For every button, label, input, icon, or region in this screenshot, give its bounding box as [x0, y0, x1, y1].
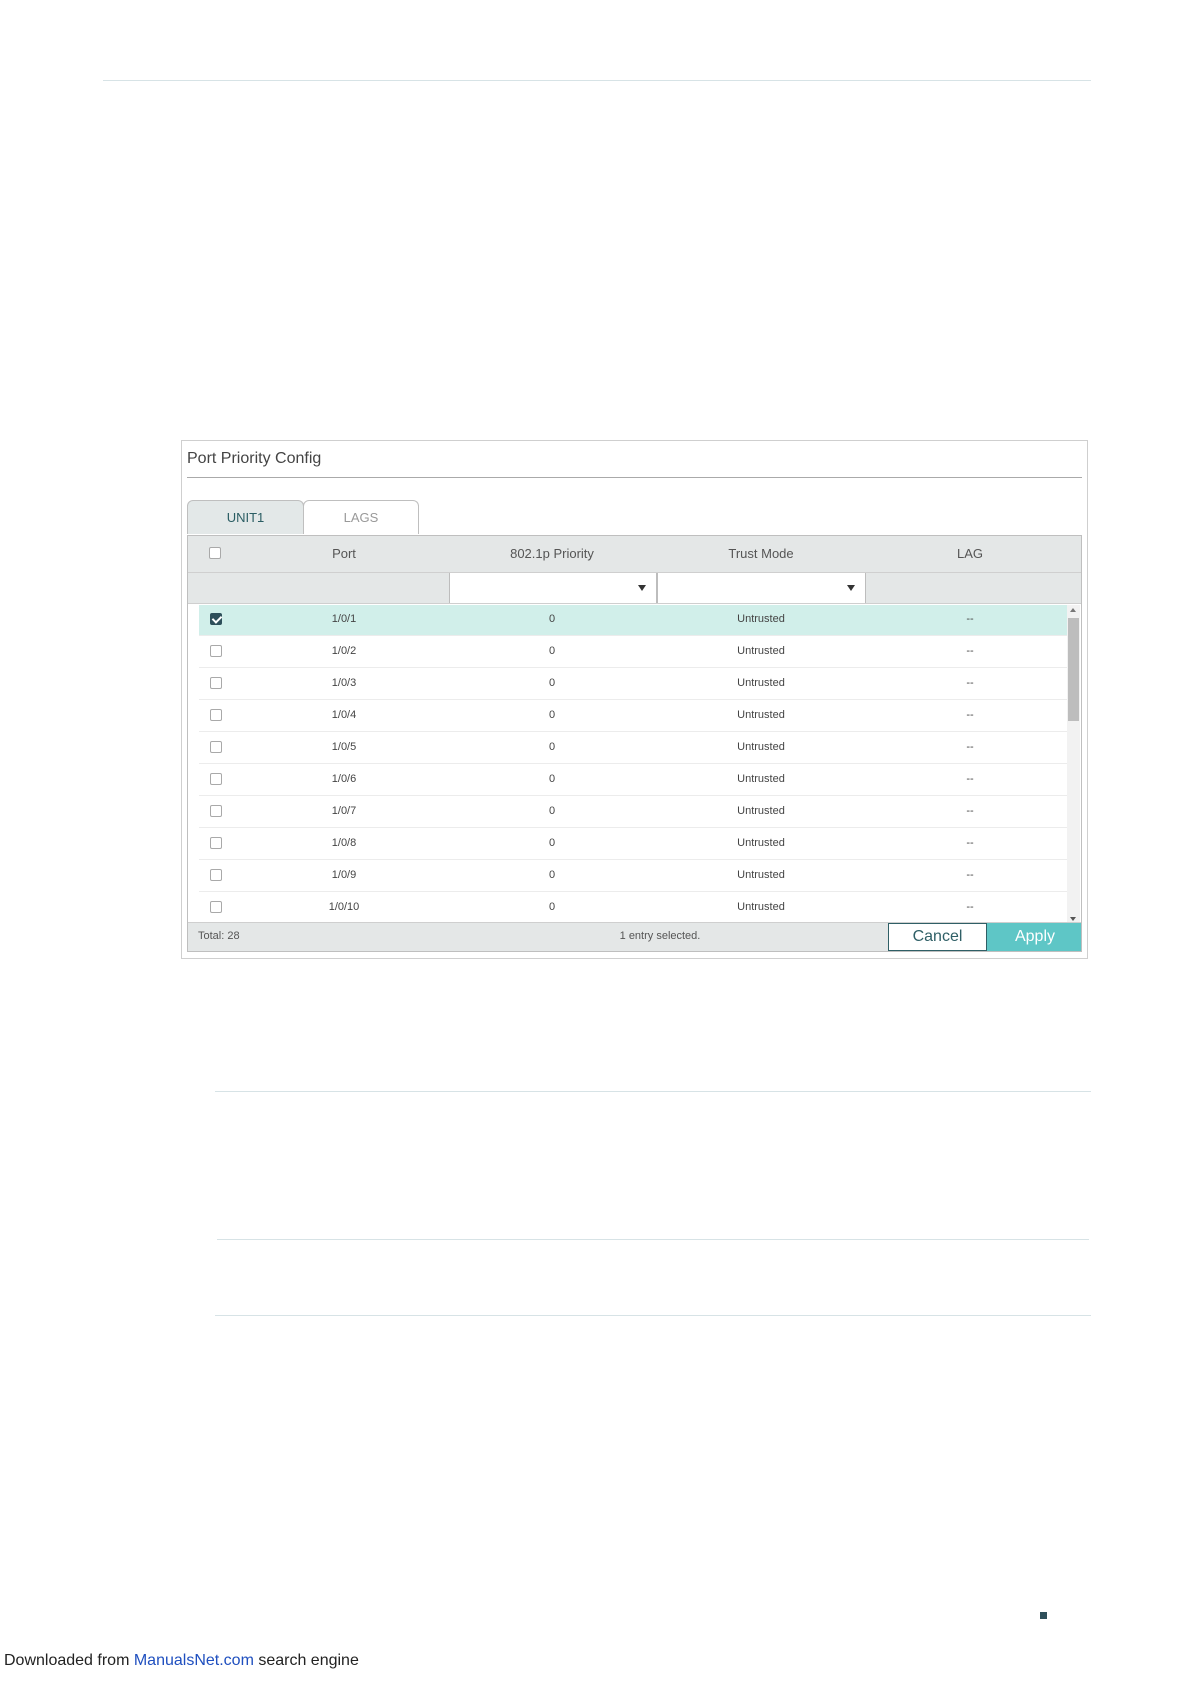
scrollbar-thumb[interactable]	[1068, 618, 1079, 721]
table-row[interactable]: 1/0/3 0 Untrusted --	[199, 669, 1071, 700]
cell-lag: --	[966, 613, 974, 625]
cell-lag: --	[966, 869, 974, 881]
cell-lag: --	[966, 773, 974, 785]
trust-mode-filter-select[interactable]	[657, 573, 866, 603]
section-rule	[217, 1239, 1089, 1240]
cell-trust-mode: Untrusted	[737, 901, 785, 913]
download-suffix: search engine	[253, 1652, 359, 1669]
cell-priority: 0	[548, 773, 556, 785]
page-marker-square	[1040, 1612, 1047, 1619]
cell-lag: --	[966, 709, 974, 721]
selection-status: 1 entry selected.	[619, 930, 701, 942]
row-checkbox[interactable]	[210, 677, 222, 689]
cell-trust-mode: Untrusted	[737, 613, 785, 625]
row-checkbox[interactable]	[210, 805, 222, 817]
row-checkbox[interactable]	[210, 709, 222, 721]
column-header-trust-mode: Trust Mode	[728, 546, 794, 561]
cell-lag: --	[966, 741, 974, 753]
priority-filter-select[interactable]	[449, 573, 657, 603]
row-checkbox[interactable]	[210, 645, 222, 657]
cell-trust-mode: Untrusted	[737, 677, 785, 689]
cell-priority: 0	[548, 869, 556, 881]
download-prefix: Downloaded from	[4, 1652, 134, 1669]
scroll-down-icon[interactable]	[1070, 917, 1076, 921]
cell-port: 1/0/7	[331, 805, 357, 817]
column-header-priority: 802.1p Priority	[510, 546, 594, 561]
row-checkbox[interactable]	[210, 869, 222, 881]
download-notice: Downloaded from ManualsNet.com search en…	[4, 1652, 359, 1670]
table-row[interactable]: 1/0/4 0 Untrusted --	[199, 701, 1071, 732]
panel-title: Port Priority Config	[187, 450, 322, 467]
cell-trust-mode: Untrusted	[737, 709, 785, 721]
row-checkbox[interactable]	[210, 741, 222, 753]
apply-button[interactable]: Apply	[987, 923, 1081, 951]
cell-priority: 0	[548, 709, 556, 721]
tab-lags[interactable]: LAGS	[303, 500, 419, 534]
cell-lag: --	[966, 901, 974, 913]
row-checkbox[interactable]	[210, 901, 222, 913]
cell-priority: 0	[548, 805, 556, 817]
filter-row	[188, 573, 1081, 604]
cell-priority: 0	[548, 613, 556, 625]
table-row[interactable]: 1/0/7 0 Untrusted --	[199, 797, 1071, 828]
cell-port: 1/0/6	[331, 773, 357, 785]
row-checkbox[interactable]	[210, 773, 222, 785]
row-checkbox[interactable]	[210, 613, 222, 625]
section-rule	[215, 1315, 1091, 1316]
table-body: 1/0/1 0 Untrusted -- 1/0/2 0 Untrusted -…	[188, 605, 1081, 925]
title-divider	[187, 477, 1082, 478]
cell-priority: 0	[548, 645, 556, 657]
table-row[interactable]: 1/0/9 0 Untrusted --	[199, 861, 1071, 892]
table-scrollbar[interactable]	[1067, 605, 1080, 924]
select-all-checkbox[interactable]	[209, 547, 221, 559]
cell-port: 1/0/8	[331, 837, 357, 849]
total-count: Total: 28	[198, 930, 240, 942]
top-rule	[103, 80, 1091, 81]
cell-port: 1/0/5	[331, 741, 357, 753]
cell-port: 1/0/1	[331, 613, 357, 625]
chevron-down-icon	[847, 585, 855, 591]
column-header-lag: LAG	[956, 546, 984, 561]
cell-port: 1/0/10	[328, 901, 360, 913]
cell-port: 1/0/9	[331, 869, 357, 881]
table-row[interactable]: 1/0/10 0 Untrusted --	[199, 893, 1071, 924]
cell-priority: 0	[548, 741, 556, 753]
section-rule	[215, 1091, 1091, 1092]
cell-trust-mode: Untrusted	[737, 869, 785, 881]
manualsnet-link[interactable]: ManualsNet.com	[134, 1652, 254, 1669]
cancel-button[interactable]: Cancel	[888, 923, 987, 951]
cell-lag: --	[966, 677, 974, 689]
port-priority-config-panel: Port Priority Config UNIT1 LAGS Port 802…	[181, 440, 1088, 959]
scroll-up-icon[interactable]	[1070, 608, 1076, 612]
table-row[interactable]: 1/0/5 0 Untrusted --	[199, 733, 1071, 764]
cell-trust-mode: Untrusted	[737, 837, 785, 849]
cell-trust-mode: Untrusted	[737, 773, 785, 785]
cell-port: 1/0/2	[331, 645, 357, 657]
cell-trust-mode: Untrusted	[737, 805, 785, 817]
cell-priority: 0	[548, 901, 556, 913]
chevron-down-icon	[638, 585, 646, 591]
table-row[interactable]: 1/0/1 0 Untrusted --	[199, 605, 1071, 636]
table-row[interactable]: 1/0/2 0 Untrusted --	[199, 637, 1071, 668]
table-header: Port 802.1p Priority Trust Mode LAG	[188, 536, 1081, 573]
cell-priority: 0	[548, 837, 556, 849]
row-checkbox[interactable]	[210, 837, 222, 849]
cell-trust-mode: Untrusted	[737, 645, 785, 657]
table-row[interactable]: 1/0/8 0 Untrusted --	[199, 829, 1071, 860]
table-footer: Total: 28 1 entry selected. Cancel Apply	[188, 922, 1081, 951]
cell-lag: --	[966, 805, 974, 817]
table-row[interactable]: 1/0/6 0 Untrusted --	[199, 765, 1071, 796]
cell-lag: --	[966, 645, 974, 657]
tab-unit1[interactable]: UNIT1	[187, 500, 304, 534]
cell-port: 1/0/3	[331, 677, 357, 689]
port-table: Port 802.1p Priority Trust Mode LAG 1/0/…	[187, 535, 1082, 952]
cell-priority: 0	[548, 677, 556, 689]
column-header-port: Port	[332, 546, 356, 561]
cell-trust-mode: Untrusted	[737, 741, 785, 753]
cell-lag: --	[966, 837, 974, 849]
cell-port: 1/0/4	[331, 709, 357, 721]
